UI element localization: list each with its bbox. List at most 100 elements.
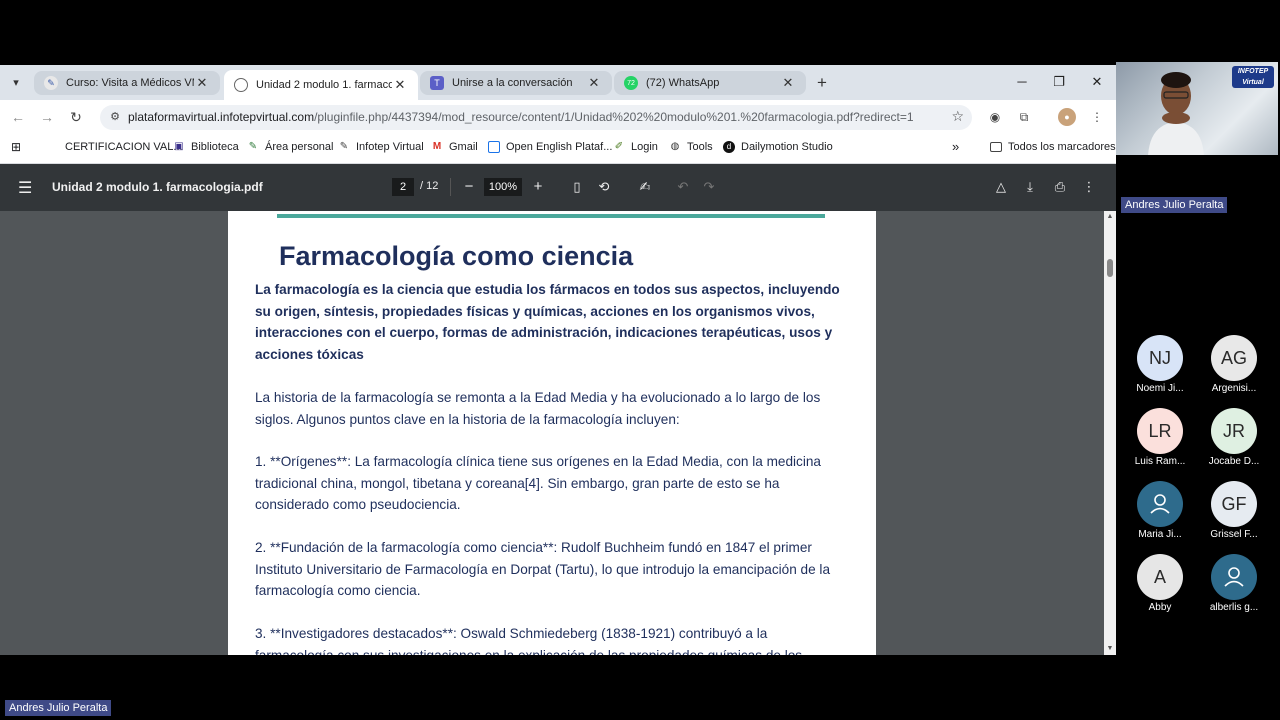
bookmark-dailymotion[interactable]: d Dailymotion Studio [723, 141, 833, 153]
url-text: plataformavirtual.infotepvirtual.com/plu… [128, 110, 914, 124]
browser-toolbar: ← → ↻ ⚙ plataformavirtual.infotepvirtual… [0, 100, 1116, 134]
avatar: AG [1211, 335, 1257, 381]
tab-curso[interactable]: ✎ Curso: Visita a Médicos VM 26- ✕ [34, 71, 220, 95]
all-bookmarks-button[interactable]: Todos los marcadores [990, 141, 1116, 153]
fit-page-icon[interactable]: ▯ [568, 178, 586, 196]
gmail-icon: M [432, 141, 442, 152]
paragraph-foundation: 2. **Fundación de la farmacología como c… [255, 540, 831, 598]
participant-tile[interactable]: A Abby [1123, 554, 1197, 613]
redo-icon[interactable]: ↷ [700, 178, 718, 196]
participant-tile[interactable]: JR Jocabe D... [1197, 408, 1271, 467]
bookmark-biblioteca[interactable]: ▣ Biblioteca [173, 141, 238, 153]
apps-grid-icon[interactable]: ⊞ [10, 141, 28, 153]
page-heading: Farmacología como ciencia [279, 241, 634, 271]
self-video-tile[interactable]: INFOTEP Virtual [1116, 62, 1278, 155]
paragraph-history: La historia de la farmacología se remont… [255, 390, 821, 427]
pdf-viewport[interactable]: Farmacología como ciencia La farmacologí… [0, 211, 1116, 655]
avatar: A [1137, 554, 1183, 600]
bookmark-gmail[interactable]: M Gmail [431, 141, 478, 153]
globe-icon: ◍ [670, 141, 680, 152]
browser-window: ▾ ✎ Curso: Visita a Médicos VM 26- ✕ Uni… [0, 65, 1116, 655]
bookmark-certificacion[interactable]: CERTIFICACION VAL... [65, 141, 183, 153]
paragraph-researchers: 3. **Investigadores destacados**: Oswald… [255, 626, 803, 655]
participant-tile[interactable]: AG Argenisi... [1197, 335, 1271, 394]
paragraph-origins: 1. **Orígenes**: La farmacología clínica… [255, 454, 821, 512]
participant-tile[interactable]: NJ Noemi Ji... [1123, 335, 1197, 394]
scrollbar-thumb[interactable] [1107, 259, 1113, 277]
minimize-icon[interactable]: ─ [1009, 72, 1035, 92]
avatar: GF [1211, 481, 1257, 527]
zoom-in-button[interactable]: + [529, 177, 547, 197]
more-menu-icon[interactable]: ⋮ [1088, 108, 1106, 126]
profile-avatar[interactable]: ● [1058, 108, 1076, 126]
person-icon [1137, 481, 1183, 527]
print-icon[interactable]: ⎙ [1051, 178, 1069, 196]
page-number-input[interactable]: 2 [392, 178, 414, 196]
page-icon [488, 141, 500, 153]
scrollbar[interactable]: ▲ ▼ [1104, 211, 1116, 655]
pdf-page: Farmacología como ciencia La farmacologí… [228, 211, 876, 655]
drive-icon[interactable]: △ [992, 178, 1010, 196]
infotep-logo: INFOTEP Virtual [1232, 66, 1274, 88]
screen: ▾ ✎ Curso: Visita a Médicos VM 26- ✕ Uni… [0, 0, 1280, 720]
close-window-icon[interactable]: ✕ [1084, 72, 1110, 92]
moodle-icon: ✎ [339, 141, 349, 152]
site-info-icon[interactable]: ⚙ [107, 109, 123, 125]
moodle-icon: ✎ [44, 76, 58, 90]
participant-tile[interactable]: GF Grissel F... [1197, 481, 1271, 540]
annotate-icon[interactable]: ✍ [636, 178, 654, 196]
download-icon[interactable]: ⤓ [1021, 178, 1039, 196]
avatar: LR [1137, 408, 1183, 454]
toolbar-divider [450, 178, 451, 196]
new-tab-button[interactable]: + [812, 73, 832, 93]
undo-icon[interactable]: ↶ [674, 178, 692, 196]
bookmark-tools[interactable]: ◍ Tools [669, 141, 713, 153]
tab-whatsapp[interactable]: 72 (72) WhatsApp ✕ [614, 71, 806, 95]
participant-tile[interactable]: Maria Ji... [1123, 481, 1197, 540]
bookmark-star-icon[interactable]: ☆ [951, 108, 964, 125]
tab-unirse-conversacion[interactable]: T Unirse a la conversación ✕ [420, 71, 612, 95]
zoom-level[interactable]: 100% [484, 178, 522, 196]
dailymotion-icon: d [723, 141, 735, 153]
teams-icon: T [430, 76, 444, 90]
extensions-puzzle-icon[interactable]: ⧉ [1015, 108, 1033, 126]
self-name-tag: Andres Julio Peralta [5, 700, 112, 716]
hamburger-menu-icon[interactable]: ☰ [18, 178, 32, 198]
scroll-up-icon[interactable]: ▲ [1104, 211, 1116, 223]
globe-icon [234, 78, 248, 92]
more-options-icon[interactable]: ⋮ [1080, 178, 1098, 196]
close-icon[interactable]: ✕ [194, 75, 210, 91]
close-icon[interactable]: ✕ [780, 75, 796, 91]
tab-unidad-2[interactable]: Unidad 2 modulo 1. farmacolog ✕ [224, 70, 418, 100]
tab-search-chevron-icon[interactable]: ▾ [6, 74, 26, 92]
address-bar[interactable]: ⚙ plataformavirtual.infotepvirtual.com/p… [100, 105, 972, 130]
avatar: JR [1211, 408, 1257, 454]
bookmarks-overflow-button[interactable]: » [952, 139, 959, 154]
bookmark-open-english[interactable]: Open English Plataf... [488, 141, 612, 153]
book-icon: ▣ [174, 141, 184, 152]
close-icon[interactable]: ✕ [586, 75, 602, 91]
scroll-down-icon[interactable]: ▼ [1104, 643, 1116, 655]
leaf-icon: ✐ [614, 141, 624, 152]
bookmark-infotep-virtual[interactable]: ✎ Infotep Virtual [338, 141, 424, 153]
pdf-toolbar: ☰ Unidad 2 modulo 1. farmacologia.pdf 2 … [0, 164, 1116, 211]
forward-icon[interactable]: → [36, 107, 58, 127]
person-icon [1211, 554, 1257, 600]
maximize-icon[interactable]: ❐ [1046, 72, 1072, 92]
folder-icon [990, 142, 1002, 152]
extension-globe-icon[interactable]: ◉ [986, 108, 1004, 126]
whatsapp-icon: 72 [624, 76, 638, 90]
header-rule [277, 214, 825, 218]
reload-icon[interactable]: ↻ [65, 107, 87, 127]
rotate-icon[interactable]: ⟲ [595, 178, 613, 196]
bookmark-area-personal[interactable]: ✎ Área personal [247, 141, 334, 153]
avatar: NJ [1137, 335, 1183, 381]
back-icon[interactable]: ← [7, 107, 29, 127]
participant-tile[interactable]: LR Luis Ram... [1123, 408, 1197, 467]
bookmarks-bar: ⊞ CERTIFICACION VAL... ▣ Biblioteca ✎ Área… [0, 134, 1116, 164]
participant-tile[interactable]: alberlis g... [1197, 554, 1271, 613]
close-icon[interactable]: ✕ [392, 77, 408, 93]
zoom-out-button[interactable]: − [460, 177, 478, 197]
bookmark-login[interactable]: ✐ Login [613, 141, 658, 153]
pdf-file-name: Unidad 2 modulo 1. farmacologia.pdf [52, 180, 263, 194]
